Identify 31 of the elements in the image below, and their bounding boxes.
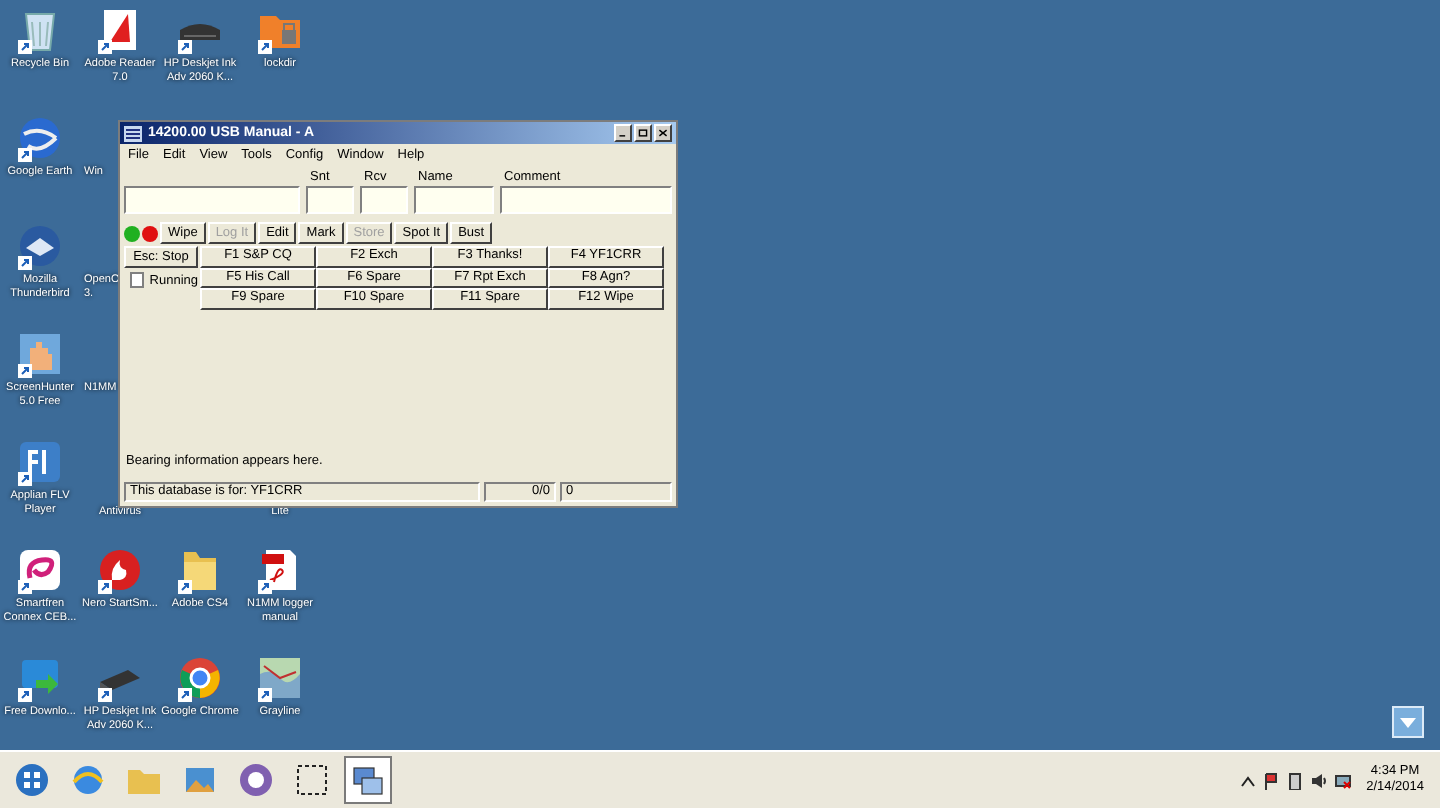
flame-icon[interactable] <box>96 546 144 594</box>
app-icon <box>124 125 142 141</box>
swirl-icon[interactable] <box>16 546 64 594</box>
speaker-icon[interactable] <box>1310 771 1329 789</box>
download-icon[interactable] <box>16 654 64 702</box>
flag-icon[interactable] <box>1262 771 1281 789</box>
taskbar-button[interactable] <box>344 756 392 804</box>
stop-indicator-icon[interactable] <box>142 225 158 241</box>
map-icon[interactable] <box>256 654 304 702</box>
maximize-button[interactable] <box>634 124 652 142</box>
input-field[interactable] <box>306 186 354 214</box>
battery-icon[interactable] <box>1286 771 1305 789</box>
start-icon <box>14 762 50 798</box>
close-icon <box>658 128 668 138</box>
network-icon[interactable] <box>1334 771 1353 789</box>
chrome-icon[interactable] <box>176 654 224 702</box>
close-button[interactable] <box>654 124 672 142</box>
input-field[interactable] <box>360 186 408 214</box>
selection-icon <box>294 762 330 798</box>
checkbox[interactable] <box>130 272 144 288</box>
maximize-icon <box>638 128 648 138</box>
picture-icon <box>182 762 218 798</box>
input-field[interactable] <box>124 186 300 214</box>
disc-icon <box>238 762 274 798</box>
browser-icon <box>70 762 106 798</box>
minimize-button[interactable] <box>614 124 632 142</box>
windows-icon <box>350 762 386 798</box>
input-field[interactable] <box>414 186 494 214</box>
hand-icon[interactable] <box>16 330 64 378</box>
globe-icon[interactable] <box>16 114 64 162</box>
input-field[interactable] <box>500 186 672 214</box>
